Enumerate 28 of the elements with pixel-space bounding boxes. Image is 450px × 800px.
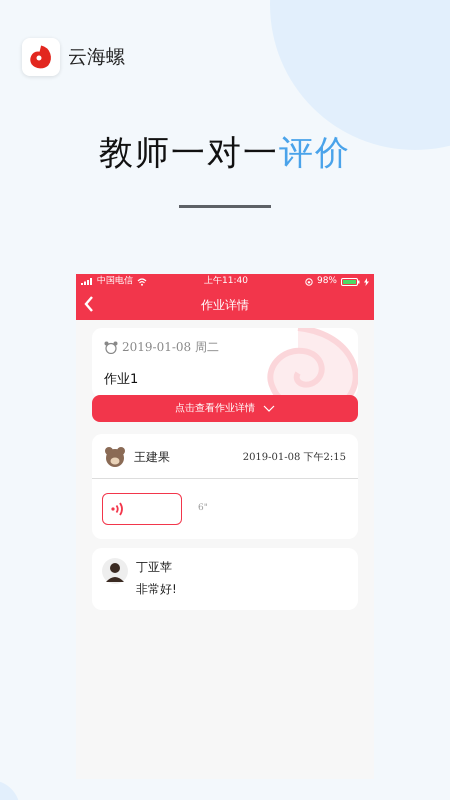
avatar-icon (102, 558, 128, 584)
bear-avatar-icon (104, 446, 126, 468)
status-time: 上午11:40 (204, 274, 248, 288)
homework-date: 2019-01-08 周二 (122, 339, 220, 356)
voice-message-button[interactable] (102, 493, 182, 525)
comment-text: 非常好! (136, 581, 177, 598)
homework-title: 作业1 (104, 371, 138, 389)
shell-icon (28, 44, 54, 70)
headline: 教师一对一评价 (98, 132, 352, 175)
teacher-name: 丁亚苹 (136, 559, 173, 576)
carrier-name: 中国电信 (97, 274, 133, 288)
student-name: 王建果 (134, 449, 170, 466)
signal-icon (81, 278, 93, 285)
app-name: 云海螺 (68, 44, 125, 70)
view-details-button[interactable]: 点击查看作业详情 (92, 395, 358, 422)
back-icon (84, 296, 94, 312)
wifi-icon (137, 278, 147, 286)
chevron-down-icon (263, 405, 275, 412)
submission-time: 2019-01-08 下午2:15 (242, 450, 346, 464)
battery-icon (340, 278, 360, 286)
battery-percent: 98% (316, 274, 337, 288)
sound-wave-icon (111, 502, 125, 516)
voice-duration: 6" (198, 502, 208, 516)
alarm-clock-icon (104, 340, 118, 354)
charging-icon (364, 278, 369, 286)
page-title: 作业详情 (201, 296, 249, 314)
back-button[interactable] (84, 296, 94, 312)
rotation-lock-icon (304, 278, 313, 286)
